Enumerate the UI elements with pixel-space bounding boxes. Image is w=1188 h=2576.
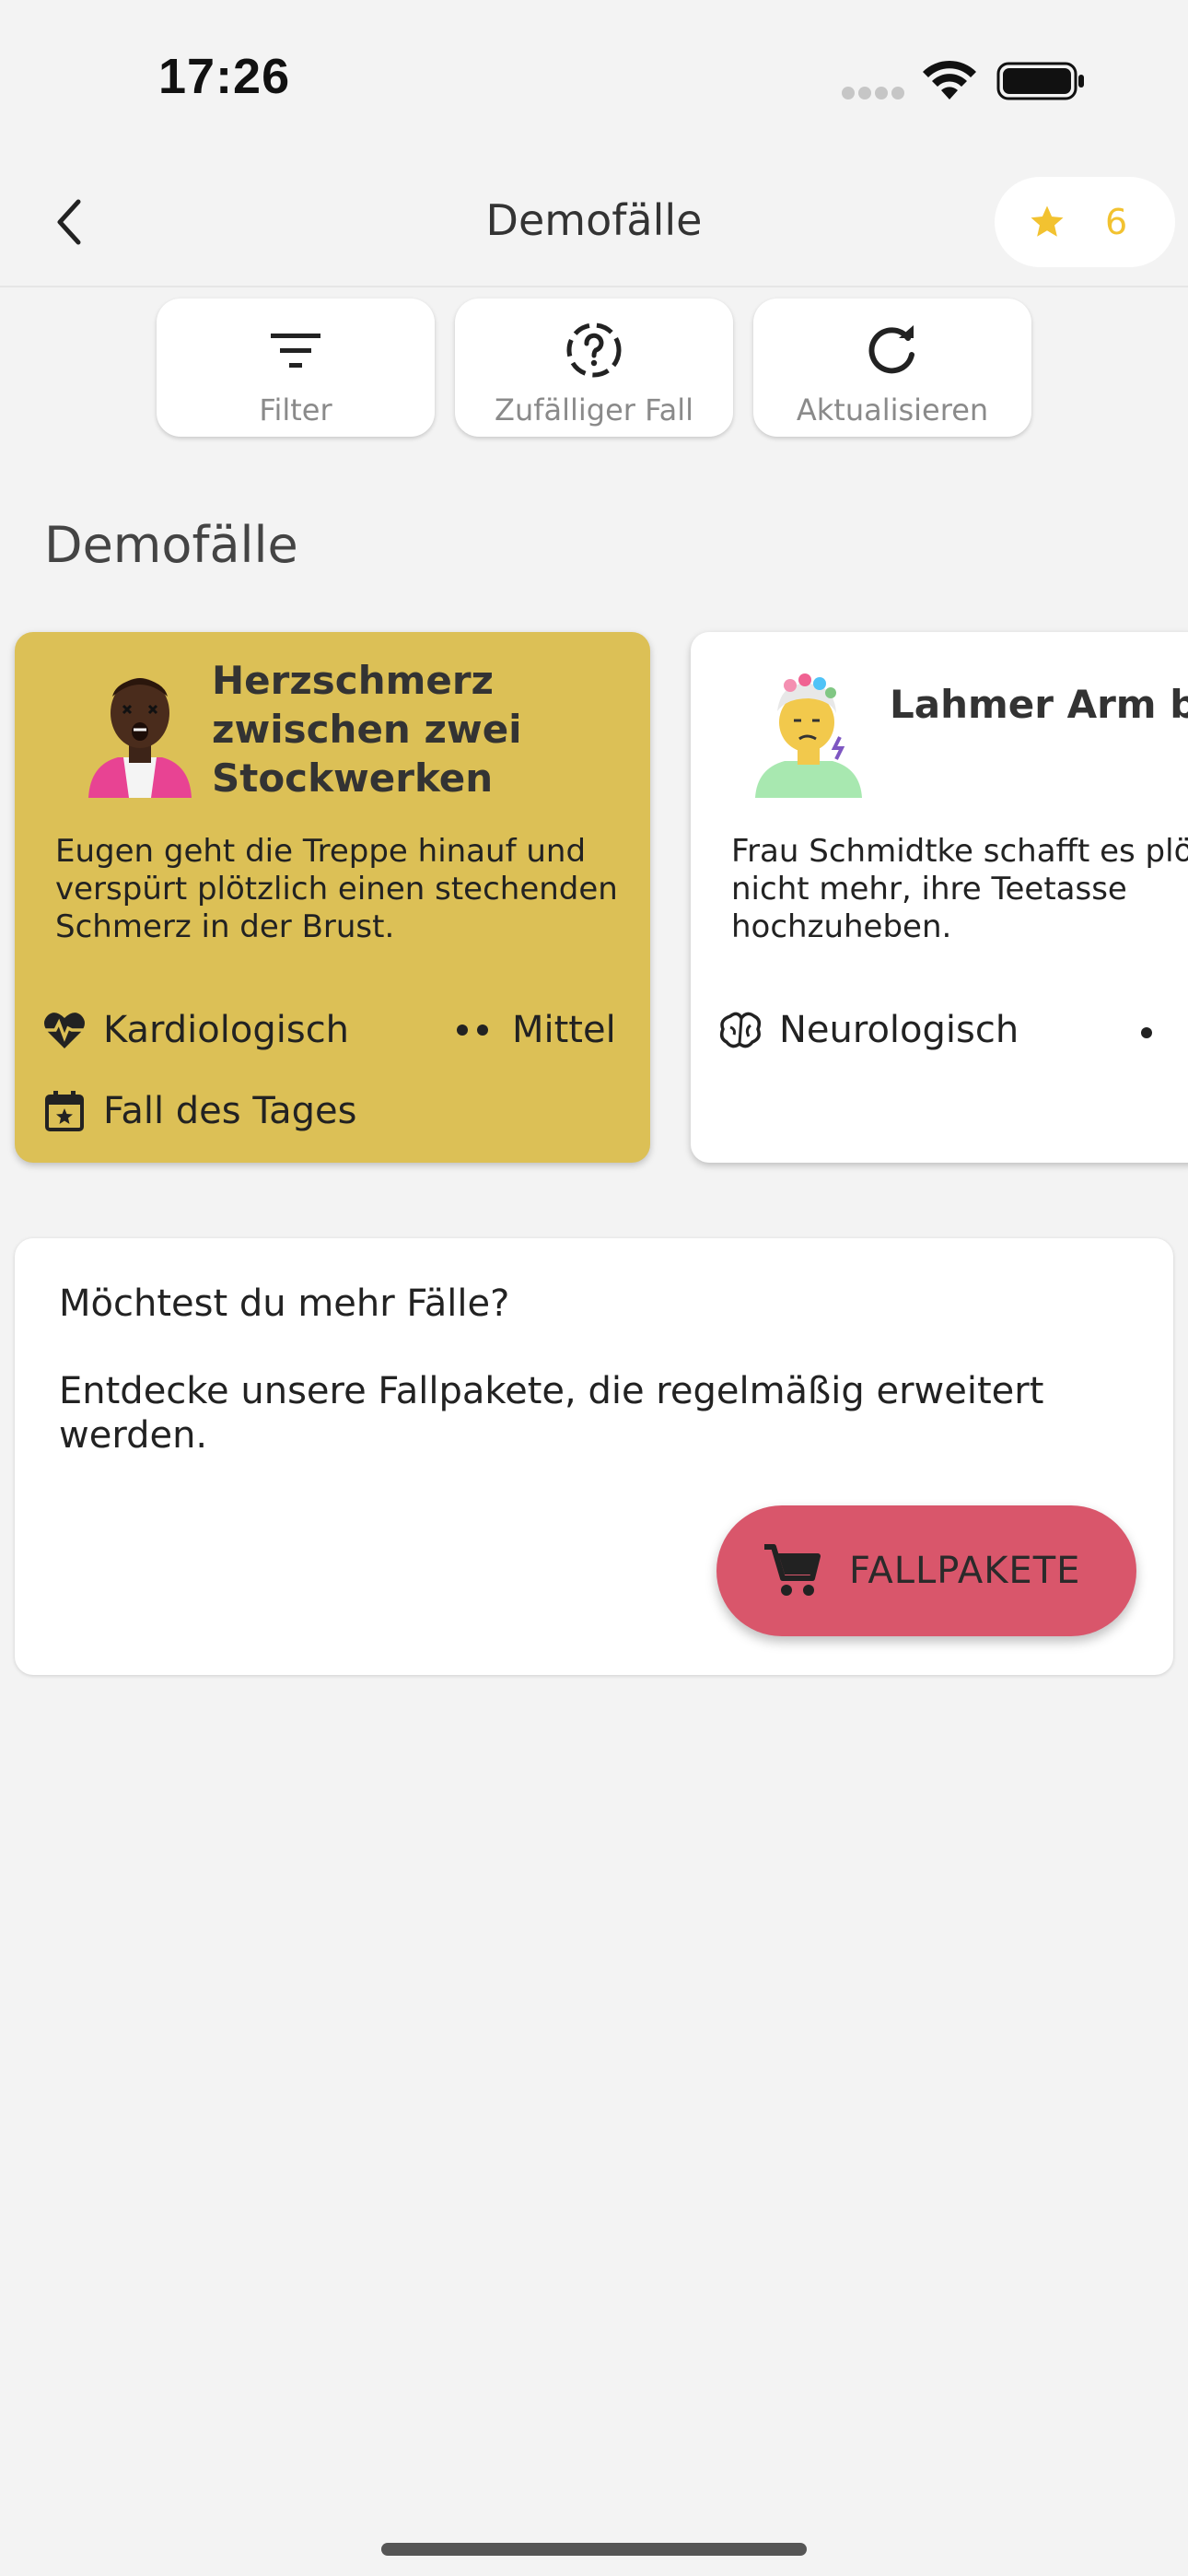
brain-icon [719, 1012, 762, 1048]
app-header: Demofälle 6 [0, 157, 1188, 287]
case-description: Eugen geht die Treppe hinauf und verspür… [55, 833, 618, 945]
case-tag-label: Fall des Tages [103, 1090, 357, 1132]
case-description: Frau Schmidtke schafft es plötzlich nich… [731, 833, 1188, 945]
home-indicator[interactable] [381, 2543, 807, 2556]
filter-icon [271, 334, 320, 368]
case-category: Kardiologisch [42, 1008, 349, 1052]
fallpakete-label: FALLPAKETE [849, 1550, 1081, 1592]
case-title: Lahmer Arm beim Nachmittagstee [890, 682, 1188, 727]
random-question-icon [566, 322, 622, 378]
case-category-label: Kardiologisch [103, 1009, 350, 1051]
calendar-star-icon [45, 1091, 84, 1131]
difficulty-dots-icon [457, 1025, 488, 1036]
stars-count: 6 [1105, 202, 1128, 242]
filter-label: Filter [259, 392, 332, 427]
shopping-cart-icon [764, 1544, 821, 1596]
case-difficulty: Mittel [451, 1008, 616, 1052]
promo-card: Möchtest du mehr Fälle? Entdecke unsere … [15, 1238, 1173, 1675]
case-difficulty-label: Mittel [512, 1009, 616, 1051]
case-tag: Fall des Tages [42, 1089, 357, 1133]
patient-avatar-icon [88, 678, 192, 798]
stars-badge[interactable]: 6 [995, 177, 1175, 267]
case-category-label: Neurologisch [779, 1009, 1019, 1051]
refresh-button[interactable]: Aktualisieren [753, 299, 1031, 437]
status-time: 17:26 [158, 49, 291, 104]
case-card[interactable]: Lahmer Arm beim Nachmittagstee Frau Schm… [691, 632, 1188, 1163]
fallpakete-button[interactable]: FALLPAKETE [716, 1505, 1136, 1636]
case-category: Neurologisch [718, 1008, 1019, 1052]
case-title: Herzschmerz zwischen zwei Stockwerken [212, 658, 522, 801]
battery-icon [996, 62, 1084, 100]
refresh-label: Aktualisieren [796, 392, 989, 427]
heart-pulse-icon [44, 1013, 85, 1048]
patient-avatar-icon [755, 673, 862, 798]
promo-text: Entdecke unsere Fallpakete, die regelmäß… [59, 1370, 1044, 1457]
star-icon [1031, 205, 1064, 237]
filter-button[interactable]: Filter [157, 299, 435, 437]
cellular-signal-icon [842, 87, 906, 100]
refresh-icon [868, 325, 914, 374]
promo-question: Möchtest du mehr Fälle? [59, 1282, 510, 1325]
section-title: Demofälle [44, 516, 298, 574]
status-bar: 17:26 [0, 0, 1188, 157]
difficulty-dots-icon [1141, 1027, 1152, 1038]
wifi-icon [923, 60, 976, 100]
random-case-label: Zufälliger Fall [495, 392, 693, 427]
case-card[interactable]: Herzschmerz zwischen zwei Stockwerken Eu… [15, 632, 650, 1163]
random-case-button[interactable]: Zufälliger Fall [455, 299, 733, 437]
